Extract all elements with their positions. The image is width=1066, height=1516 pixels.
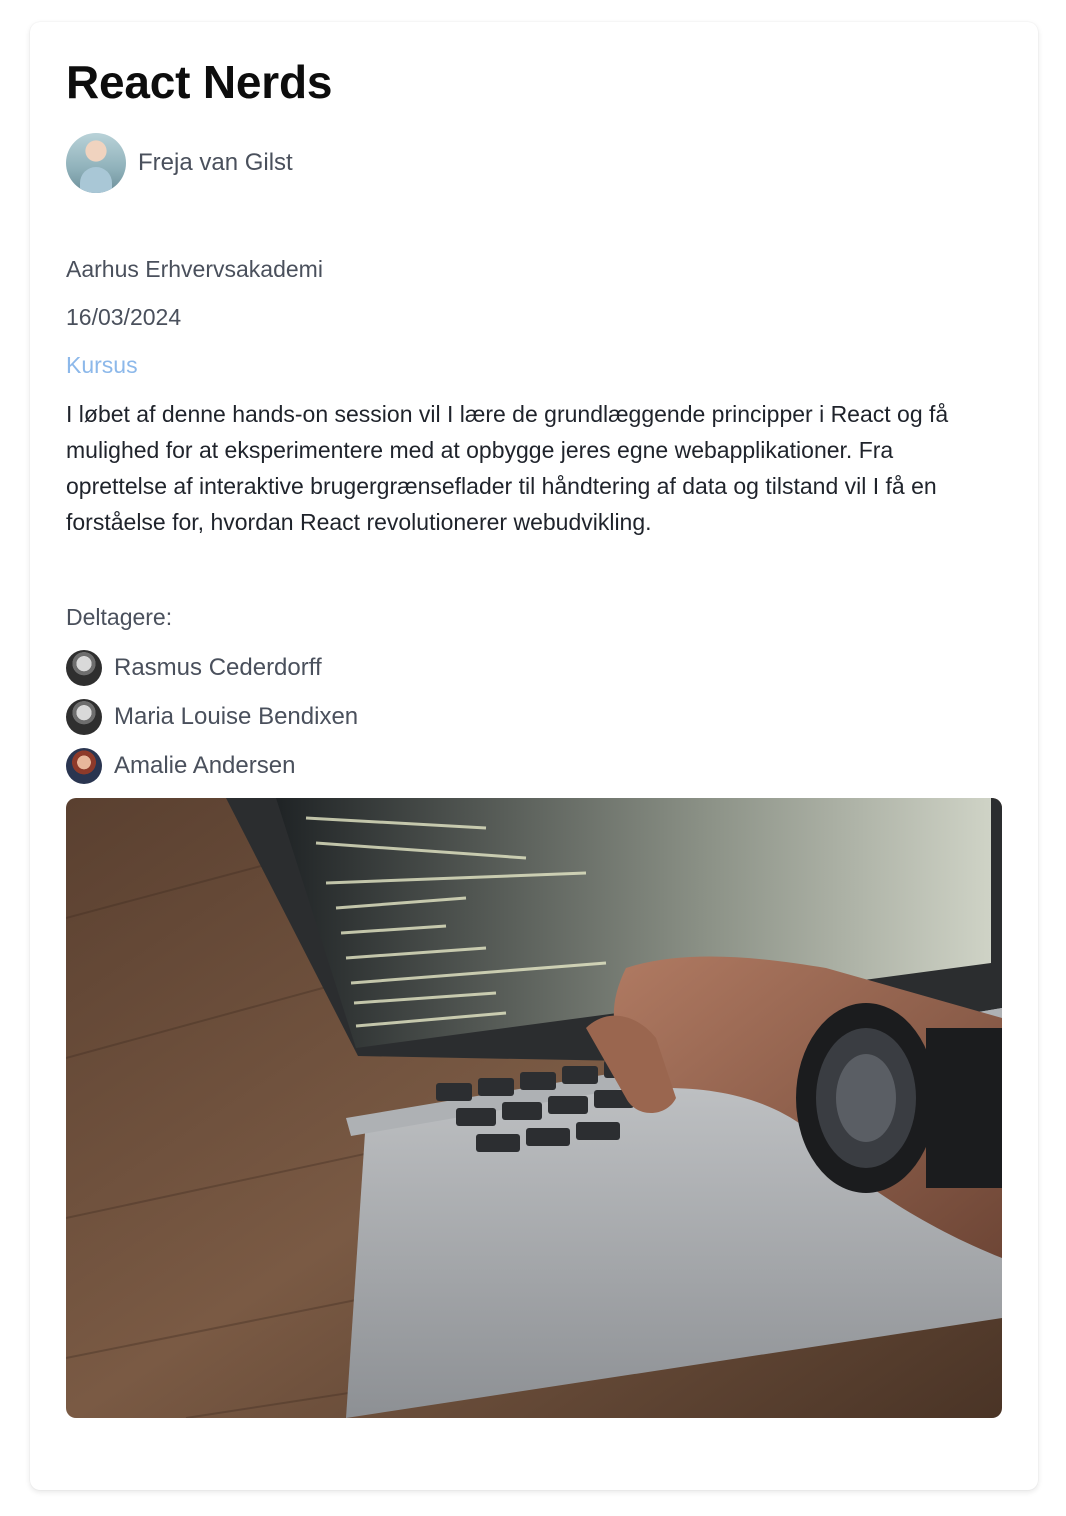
- event-description: I løbet af denne hands-on session vil I …: [66, 401, 949, 535]
- event-organization: Aarhus Erhvervsakademi: [66, 256, 323, 282]
- event-image: [66, 798, 1002, 1418]
- event-title: React Nerds: [66, 56, 333, 108]
- participants-label: Deltagere:: [66, 604, 173, 630]
- participants-list: Rasmus Cederdorff Maria Louise Bendixen …: [66, 650, 358, 797]
- participant-name: Maria Louise Bendixen: [114, 703, 359, 730]
- event-date: 16/03/2024: [66, 304, 182, 330]
- participant-item: Amalie Andersen: [66, 748, 358, 784]
- participant-avatar: [66, 650, 102, 686]
- participant-avatar: [66, 748, 102, 784]
- laptop-coding-illustration: [66, 798, 1002, 1418]
- author: Freja van Gilst: [66, 133, 293, 193]
- participant-item: Maria Louise Bendixen: [66, 699, 358, 735]
- participant-avatar: [66, 699, 102, 735]
- event-category: Kursus: [66, 352, 138, 378]
- author-name: Freja van Gilst: [138, 149, 293, 176]
- event-card: React Nerds Freja van Gilst Aarhus Erhve…: [30, 22, 1038, 1490]
- participant-name: Rasmus Cederdorff: [114, 654, 322, 681]
- participant-item: Rasmus Cederdorff: [66, 650, 358, 686]
- author-avatar: [66, 133, 126, 193]
- participant-name: Amalie Andersen: [114, 752, 296, 779]
